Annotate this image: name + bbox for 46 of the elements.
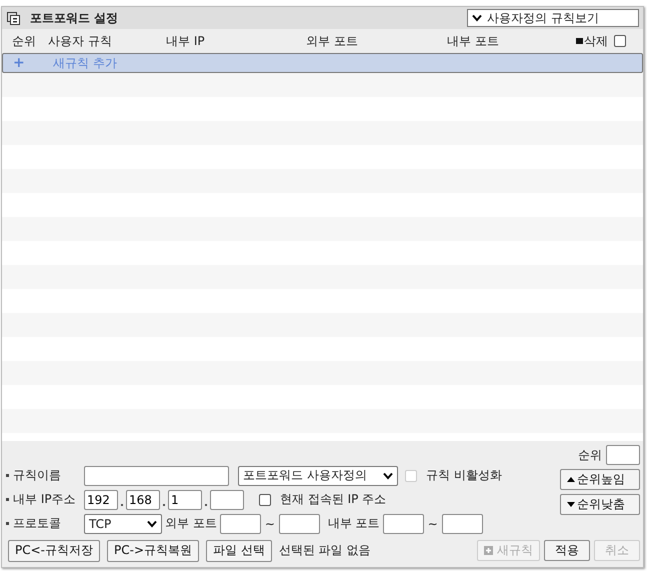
triangle-up-icon [567, 477, 575, 482]
port-field[interactable] [220, 514, 261, 534]
chevron-icon [472, 14, 482, 22]
column-header: 삭제 [584, 32, 608, 50]
minus-icon [576, 38, 583, 44]
field-label: 내부 IP주소 [6, 491, 81, 508]
ip-octet-field[interactable]: 168 [126, 490, 160, 510]
field-label: 순위 [578, 446, 602, 464]
ip-octet-field[interactable]: 1 [168, 490, 202, 510]
column-header: 내부 IP [166, 32, 206, 50]
column-header: 내부 포트 [447, 32, 500, 50]
panel-title: 포트포워드 설정 [30, 10, 120, 26]
checkbox-label: 현재 접속된 IP 주소 [280, 491, 386, 508]
rank-field[interactable] [606, 445, 640, 465]
checkbox-label: 규칙 비활성화 [426, 467, 502, 484]
port-field[interactable] [278, 514, 320, 534]
window-icon [7, 12, 20, 24]
protocol-dropdown[interactable]: TCP [84, 514, 162, 534]
triangle-down-icon [567, 502, 575, 507]
action-button[interactable]: 적용 [544, 540, 590, 561]
port-field[interactable] [442, 514, 483, 534]
chevron-icon [147, 520, 157, 528]
range-separator: ~ [264, 516, 275, 530]
column-header: 사용자 규칙 [48, 32, 113, 50]
ip-octet-field[interactable]: 192 [84, 490, 118, 510]
file-button[interactable]: PC<-규칙저장 [8, 540, 100, 562]
field-label: 규칙이름 [6, 467, 81, 484]
field-label: 외부 포트 [165, 515, 217, 532]
file-status: 선택된 파일 없음 [278, 542, 370, 559]
choose-file-button[interactable]: 파일 선택 [206, 540, 272, 562]
chevron-icon [383, 472, 393, 480]
field-label: 프로토콜 [6, 515, 81, 532]
move-up-button[interactable]: 순위높임 [560, 469, 640, 490]
range-separator: ~ [428, 516, 438, 530]
port-field[interactable] [382, 514, 424, 534]
field-label: 내부 포트 [328, 515, 380, 532]
file-button[interactable]: PC->규칙복원 [107, 540, 199, 562]
current-ip-checkbox[interactable] [259, 494, 271, 506]
column-header: 순위 [12, 32, 37, 50]
move-down-button[interactable]: 순위낮춤 [560, 494, 640, 515]
column-header: 외부 포트 [306, 32, 359, 50]
rule-name-field[interactable] [84, 466, 229, 486]
rule-type-dropdown[interactable]: 포트포워드 사용자정의 [238, 466, 398, 486]
view-dropdown[interactable]: 사용자정의 규칙보기 [467, 9, 639, 27]
ip-octet-field[interactable] [210, 490, 244, 510]
select-all-checkbox[interactable] [614, 35, 626, 47]
